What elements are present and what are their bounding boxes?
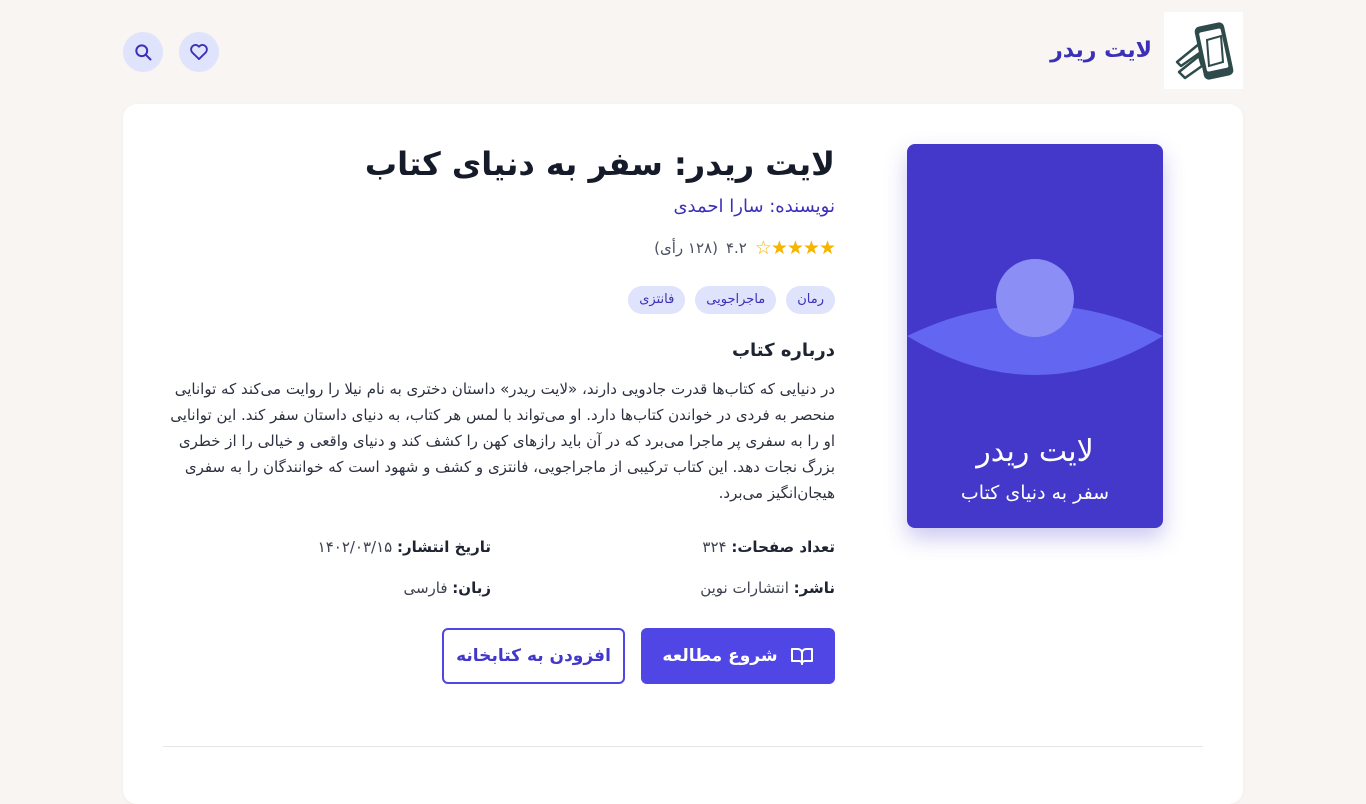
brand-title: لایت ریدر — [1050, 38, 1152, 63]
book-meta: تعداد صفحات: ۳۲۴ تاریخ انتشار: ۱۴۰۲/۰۳/۱… — [163, 536, 835, 600]
start-reading-button[interactable]: شروع مطالعه — [641, 628, 835, 684]
meta-pages-label: تعداد صفحات: — [731, 538, 835, 556]
meta-date: تاریخ انتشار: ۱۴۰۲/۰۳/۱۵ — [163, 536, 491, 559]
phone-book-logo — [1164, 12, 1243, 89]
book-title: لایت ریدر: سفر به دنیای کتاب — [364, 145, 835, 183]
add-to-library-button[interactable]: افزودن به کتابخانه — [442, 628, 625, 684]
rating-score: ۴.۲ — [725, 239, 747, 257]
meta-date-label: تاریخ انتشار: — [397, 538, 491, 556]
author-link[interactable]: نویسنده: سارا احمدی — [163, 194, 835, 220]
favorite-button[interactable] — [179, 32, 219, 72]
book-actions: شروع مطالعه افزودن به کتابخانه — [163, 628, 835, 684]
meta-language-value: فارسی — [403, 579, 448, 597]
start-reading-label: شروع مطالعه — [662, 646, 778, 666]
meta-publisher-value: انتشارات نوین — [700, 579, 789, 597]
cover-illustration — [907, 259, 1163, 375]
meta-language-label: زبان: — [452, 579, 491, 597]
tag-adventure[interactable]: ماجراجویی — [695, 286, 777, 314]
meta-publisher-label: ناشر: — [793, 579, 835, 597]
meta-publisher: ناشر: انتشارات نوین — [491, 577, 835, 600]
search-icon — [135, 44, 152, 61]
book-description: در دنیایی که کتاب‌ها قدرت جادویی دارند، … — [170, 380, 835, 502]
search-button[interactable] — [123, 32, 163, 72]
divider — [163, 746, 1203, 747]
book-detail-card: لایت ریدر سفر به دنیای کتاب لایت ریدر: س… — [123, 104, 1243, 804]
meta-date-value: ۱۴۰۲/۰۳/۱۵ — [317, 538, 393, 556]
book-cover: لایت ریدر سفر به دنیای کتاب — [907, 144, 1163, 528]
book-open-icon — [790, 648, 813, 665]
tag-novel[interactable]: رمان — [786, 286, 835, 314]
rating-stars: ★★★★☆ — [754, 237, 836, 259]
meta-language: زبان: فارسی — [163, 577, 491, 600]
tag-fantasy[interactable]: فانتزی — [628, 286, 686, 314]
meta-pages: تعداد صفحات: ۳۲۴ — [491, 536, 835, 559]
app-header: لایت ریدر — [0, 0, 1366, 104]
about-heading: درباره کتاب — [731, 340, 835, 361]
brand[interactable]: لایت ریدر — [1050, 12, 1243, 89]
heart-icon — [190, 44, 208, 60]
cover-title: لایت ریدر — [976, 434, 1094, 469]
meta-pages-value: ۳۲۴ — [702, 538, 727, 556]
rating-votes: (۱۲۸ رأی) — [654, 239, 718, 257]
genre-tags: رمان ماجراجویی فانتزی — [163, 286, 835, 314]
header-actions — [123, 32, 219, 72]
rating: ★★★★☆ ۴.۲ (۱۲۸ رأی) — [163, 237, 836, 259]
add-to-library-label: افزودن به کتابخانه — [456, 646, 611, 666]
book-info: لایت ریدر: سفر به دنیای کتاب نویسنده: سا… — [163, 142, 836, 684]
cover-subtitle: سفر به دنیای کتاب — [960, 482, 1110, 504]
